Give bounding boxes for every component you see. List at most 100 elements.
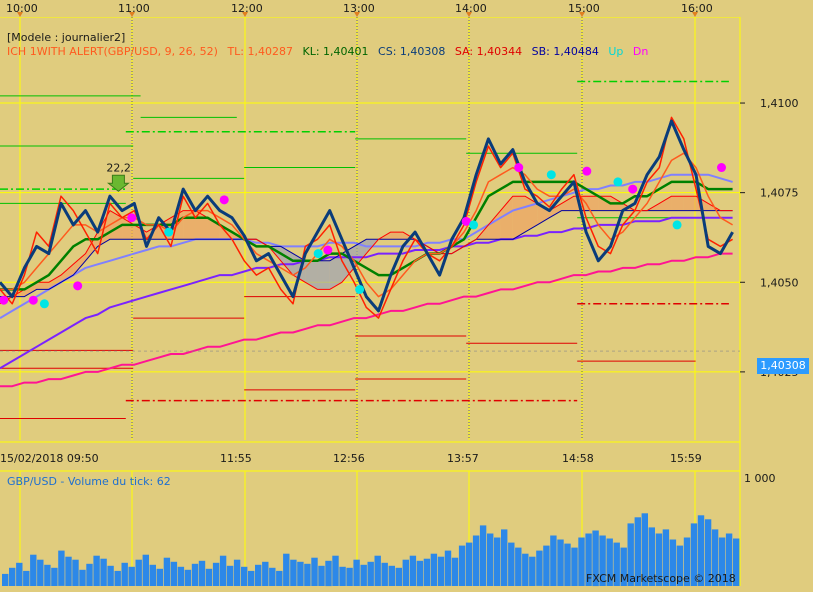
volume-bar [100, 558, 107, 586]
volume-bar [451, 557, 459, 586]
signal-marker-dn [582, 166, 592, 176]
current-price-tag: 1,40308 [757, 358, 809, 374]
volume-bar [233, 559, 241, 586]
volume-bar [212, 562, 220, 586]
ichimoku-cloud-segment [390, 232, 403, 240]
signal-marker-up [613, 177, 623, 187]
volume-bar [198, 560, 206, 587]
volume-bar [564, 543, 571, 586]
legend-dn: Dn [632, 45, 649, 58]
copyright: FXCM Marketscope © 2018 [586, 572, 736, 585]
volume-bar [557, 539, 564, 586]
volume-bar [142, 554, 149, 586]
volume-bar [479, 525, 487, 586]
volume-bar [93, 555, 100, 586]
volume-bar [276, 570, 283, 586]
signal-marker-up [355, 284, 365, 294]
volume-bar [339, 566, 346, 586]
volume-bar [283, 553, 290, 586]
volume-bar [543, 545, 550, 586]
volume-bar [248, 570, 255, 586]
bottom-time-label: 12:56 [333, 452, 365, 465]
signal-marker-dn [127, 213, 137, 223]
volume-bar [290, 559, 297, 586]
signal-marker-dn [219, 195, 229, 205]
background-layer [0, 0, 813, 588]
volume-bar [269, 567, 276, 586]
signal-marker-dn [514, 163, 524, 173]
signal-marker-up [672, 220, 682, 230]
volume-max-label: 1 000 [744, 472, 776, 485]
volume-bar [346, 567, 353, 586]
signal-marker-up [39, 299, 49, 309]
volume-bar [170, 561, 178, 586]
bottom-time-label: 15:59 [670, 452, 702, 465]
volume-bar [536, 550, 543, 586]
signal-marker-dn [717, 163, 726, 173]
volume-bar [255, 564, 262, 586]
signal-marker-dn [323, 245, 333, 255]
legend-kl: KL: 1,40401 [302, 45, 369, 58]
y-tick-label: 1,4050 [760, 276, 799, 289]
ichimoku-cloud-segment [36, 282, 49, 290]
volume-bar [156, 568, 163, 586]
chart-area: 22,2 1,41001,40751,40501,402510:0011:001… [0, 0, 813, 588]
signal-marker-up [313, 249, 323, 259]
legend-name: ICH 1WITH ALERT(GBP/USD, 9, 26, 52) [7, 45, 218, 58]
volume-bar [388, 565, 395, 586]
volume-bar [30, 554, 37, 586]
volume-bar [578, 537, 585, 586]
price-axis-background [741, 0, 813, 588]
legend-up: Up [608, 45, 624, 58]
volume-bar [395, 567, 402, 586]
volume-bar [494, 537, 501, 586]
annotation-label: 22,2 [106, 161, 130, 174]
volume-bar [416, 560, 424, 587]
volume-bar [332, 555, 339, 586]
volume-bar [241, 566, 248, 586]
ichimoku-cloud-segment [683, 196, 696, 211]
volume-bar [149, 564, 156, 586]
volume-bar [16, 562, 23, 586]
volume-bar [402, 559, 409, 586]
bottom-time-label: 15/02/2018 09:50 [0, 452, 99, 465]
volume-bar [529, 556, 536, 586]
signal-marker-dn [628, 184, 638, 194]
bottom-time-label: 13:57 [447, 452, 479, 465]
volume-bar [430, 553, 438, 586]
volume-bar [360, 564, 367, 586]
ichimoku-cloud-segment [317, 260, 330, 290]
legend-tl: TL: 1,40287 [227, 45, 293, 58]
volume-bar [205, 568, 213, 586]
legend-cs: CS: 1,40308 [378, 45, 446, 58]
volume-bar [51, 567, 58, 586]
volume-bar [325, 560, 332, 587]
volume-bar [163, 557, 171, 586]
volume-bar [219, 555, 227, 586]
volume-bar [409, 555, 417, 586]
model-label: [Modele : journalier2] [7, 31, 126, 44]
ichimoku-cloud-segment [586, 196, 599, 211]
volume-bar [23, 570, 30, 586]
volume-bar [353, 559, 360, 586]
signal-marker-dn [73, 281, 83, 291]
indicator-legend: ICH 1WITH ALERT(GBP/USD, 9, 26, 52) TL: … [7, 45, 654, 58]
volume-bar [121, 562, 128, 586]
volume-bar [72, 559, 79, 586]
background [0, 0, 813, 588]
volume-bar [444, 550, 452, 586]
volume-bar [367, 561, 374, 586]
volume-bar [571, 547, 578, 586]
volume-bar [304, 563, 311, 586]
volume-bar [2, 573, 9, 586]
volume-bar [79, 569, 86, 586]
volume-bar [515, 547, 522, 586]
volume-bar [191, 563, 199, 586]
volume-bar [226, 565, 234, 586]
chart-svg: 22,2 1,41001,40751,40501,402510:0011:001… [0, 0, 813, 588]
volume-bar [318, 565, 325, 586]
y-tick-label: 1,4075 [760, 187, 799, 200]
volume-bar [128, 566, 135, 586]
bottom-time-label: 14:58 [562, 452, 594, 465]
volume-bar [550, 535, 557, 586]
